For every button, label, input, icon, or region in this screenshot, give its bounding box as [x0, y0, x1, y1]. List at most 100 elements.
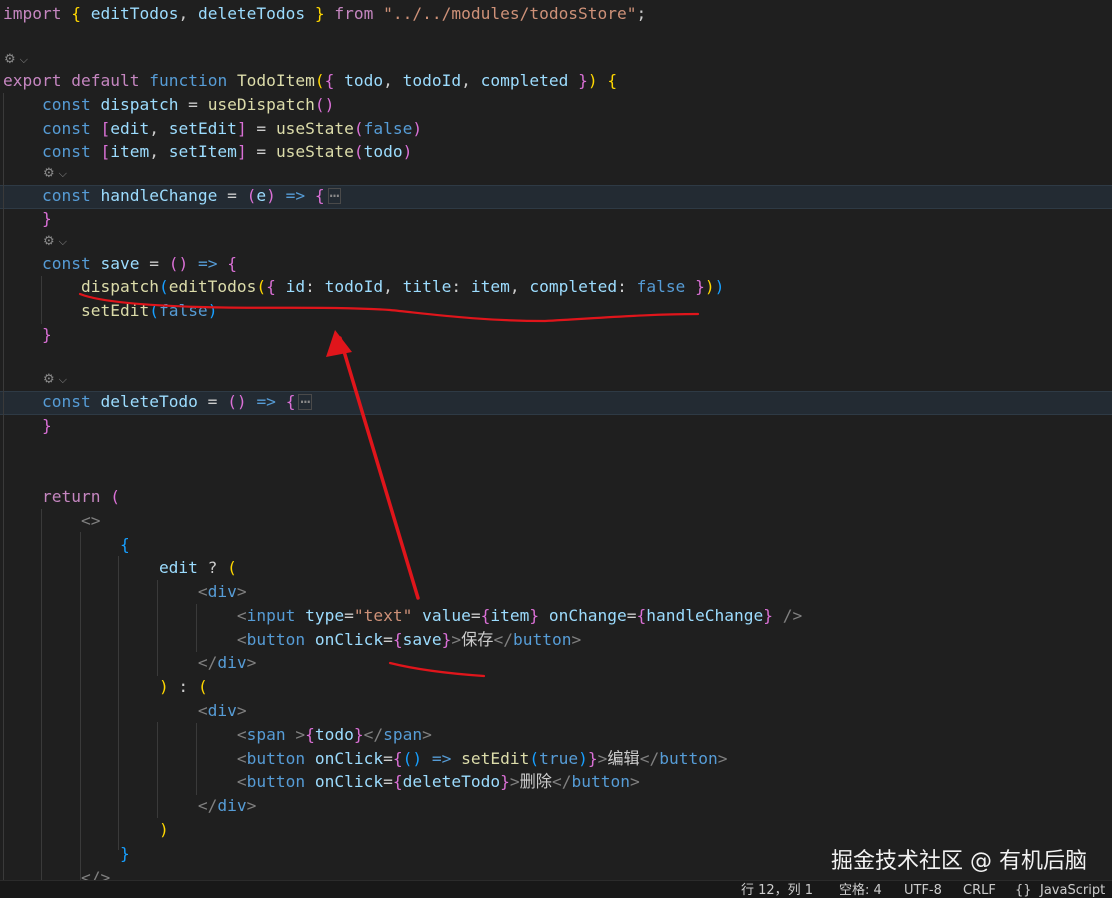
code-token: [ — [100, 119, 111, 138]
code-line[interactable]: </div> — [3, 651, 257, 674]
code-line[interactable]: } — [3, 207, 52, 230]
code-token: , — [178, 4, 198, 23]
code-token: div — [207, 701, 237, 720]
code-line[interactable]: { — [3, 533, 130, 556]
code-token: ( — [227, 558, 237, 577]
language-mode[interactable]: JavaScript — [1040, 881, 1105, 898]
chevron-down-icon[interactable]: ⌵ — [59, 167, 67, 180]
code-line[interactable]: <button onClick={deleteTodo}>删除</button> — [3, 770, 640, 793]
code-editor[interactable]: ⚙ ⌵ ⚙ ⌵ ⚙ ⌵ ⚙ ⌵ import { editTodos, deleteTo… — [0, 0, 1112, 880]
cursor-position[interactable]: 行 12，列 1 — [741, 881, 813, 898]
code-line[interactable]: const handleChange = (e) => {⋯ — [3, 184, 342, 207]
code-token: editTodos — [90, 4, 179, 23]
chevron-down-icon[interactable]: ⌵ — [59, 373, 67, 386]
code-line[interactable]: import { editTodos, deleteTodos } from "… — [3, 2, 646, 25]
code-token: { — [392, 749, 403, 768]
code-token: { — [607, 71, 618, 90]
code-line[interactable]: </> — [3, 866, 110, 880]
code-token: const — [41, 95, 91, 114]
code-token: () — [227, 392, 247, 411]
code-token: from — [334, 4, 374, 23]
codelens[interactable]: ⚙ ⌵ — [43, 232, 67, 252]
code-token: const — [41, 142, 91, 161]
code-token: TodoItem — [236, 71, 315, 90]
code-line[interactable]: <span >{todo}</span> — [3, 723, 432, 746]
encoding-setting[interactable]: UTF-8 — [904, 881, 942, 898]
code-line[interactable]: <input type="text" value={item} onChange… — [3, 604, 802, 627]
code-line[interactable]: <button onClick={() => setEdit(true)}>编辑… — [3, 747, 728, 770]
fold-ellipsis-icon[interactable]: ⋯ — [327, 187, 342, 204]
code-line[interactable]: } — [3, 323, 52, 346]
code-token: onClick — [314, 772, 384, 791]
code-line[interactable]: return ( — [3, 485, 120, 508]
code-token: = — [383, 772, 393, 791]
code-token: } — [529, 606, 540, 625]
code-token: import — [3, 4, 62, 23]
code-line[interactable]: <div> — [3, 699, 247, 722]
code-token: ; — [636, 4, 647, 23]
code-token: button — [246, 749, 306, 768]
code-token: save — [100, 254, 140, 273]
code-line[interactable]: } — [3, 842, 130, 865]
code-line[interactable]: </div> — [3, 794, 257, 817]
code-line[interactable]: const [edit, setEdit] = useState(false) — [3, 117, 422, 140]
code-line[interactable]: <button onClick={save}>保存</button> — [3, 628, 581, 651]
code-line[interactable]: const save = () => { — [3, 252, 237, 275]
codelens[interactable]: ⚙ ⌵ — [4, 50, 28, 70]
code-token: > — [246, 796, 257, 815]
codelens[interactable]: ⚙ ⌵ — [43, 164, 67, 184]
code-token: true — [539, 749, 579, 768]
indentation-setting[interactable]: 空格: 4 — [839, 881, 882, 898]
code-token: < — [236, 772, 247, 791]
fold-ellipsis-icon[interactable]: ⋯ — [298, 393, 313, 410]
code-token: const — [41, 254, 91, 273]
code-token: = — [626, 606, 637, 625]
code-token: > — [236, 582, 247, 601]
code-token: completed — [480, 71, 569, 90]
code-line[interactable]: const deleteTodo = () => {⋯ — [3, 390, 313, 413]
code-line[interactable]: <div> — [3, 580, 247, 603]
code-token: { — [119, 535, 130, 554]
code-token: = — [246, 119, 276, 138]
code-token: item — [470, 277, 510, 296]
code-token: } — [314, 4, 325, 23]
eol-setting[interactable]: CRLF — [963, 881, 996, 898]
code-token: : — [305, 277, 325, 296]
code-line[interactable]: const dispatch = useDispatch() — [3, 93, 334, 116]
code-line[interactable]: dispatch(editTodos({ id: todoId, title: … — [3, 275, 724, 298]
code-line[interactable]: const [item, setItem] = useState(todo) — [3, 140, 412, 163]
code-token: < — [197, 701, 208, 720]
code-line[interactable]: edit ? ( — [3, 556, 237, 579]
code-token: input — [246, 606, 296, 625]
code-token: } — [353, 725, 364, 744]
chevron-down-icon[interactable]: ⌵ — [59, 235, 67, 248]
code-line[interactable]: } — [3, 414, 52, 437]
code-line[interactable]: ) — [3, 818, 169, 841]
codelens-gear-icon: ⚙ — [43, 372, 55, 387]
code-line[interactable]: ) : ( — [3, 675, 208, 698]
code-token: < — [236, 630, 247, 649]
code-line[interactable]: <> — [3, 509, 101, 532]
code-token: () — [314, 95, 335, 114]
code-line[interactable]: setEdit(false) — [3, 299, 217, 322]
code-token: div — [207, 582, 237, 601]
language-mode-icon[interactable]: {} — [1015, 881, 1032, 898]
codelens[interactable]: ⚙ ⌵ — [43, 370, 67, 390]
chevron-down-icon[interactable]: ⌵ — [20, 53, 28, 66]
code-token: => — [197, 254, 218, 273]
code-token: ? — [197, 558, 228, 577]
code-token: > — [246, 653, 257, 672]
codelens-gear-icon: ⚙ — [43, 234, 55, 249]
code-line[interactable]: export default function TodoItem({ todo,… — [3, 69, 617, 92]
